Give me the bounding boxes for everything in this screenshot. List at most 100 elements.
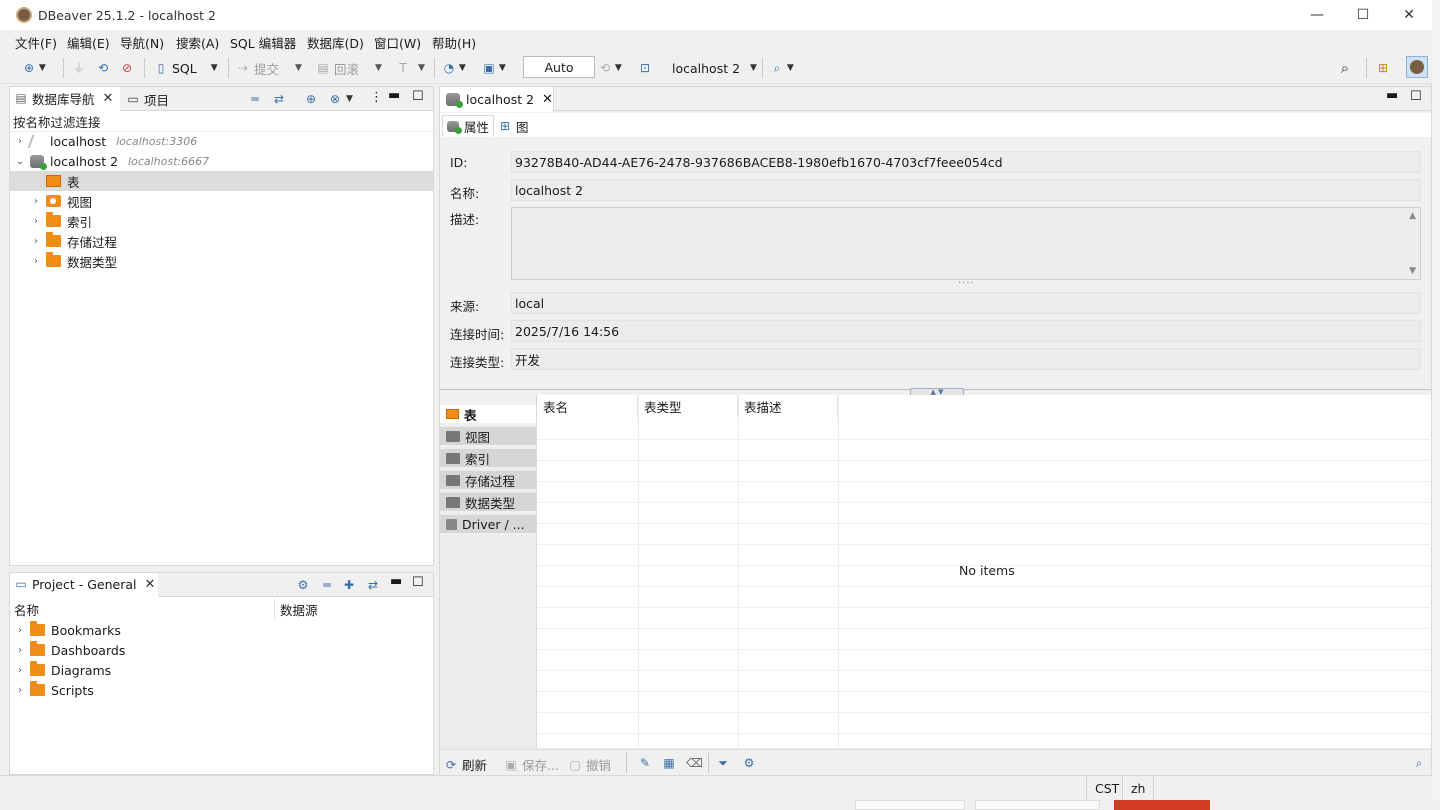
new-connection-icon[interactable]: ⊕ (304, 92, 318, 106)
chevron-right-icon[interactable]: › (14, 645, 26, 656)
maximize-button[interactable]: ☐ (1340, 0, 1386, 30)
filter-icon[interactable]: ⏷ (716, 756, 730, 770)
schema-search-button[interactable]: ⌕ ▼ (770, 58, 794, 78)
global-search-button[interactable]: ⌕ (1338, 58, 1352, 78)
table-icon[interactable]: ▦ (662, 756, 676, 770)
link-editor-icon[interactable]: ⇄ (366, 578, 380, 592)
chevron-right-icon[interactable]: › (14, 136, 26, 147)
gear-icon[interactable]: ⚙ (742, 756, 756, 770)
chevron-right-icon[interactable]: › (14, 625, 26, 636)
editor-tab-localhost-2[interactable]: localhost 2 ✕ (440, 87, 554, 112)
project-item-bookmarks[interactable]: › Bookmarks (10, 620, 433, 640)
transaction-log-button[interactable]: T ▼ (396, 58, 425, 78)
menu-search[interactable]: 搜索(A) (176, 33, 219, 52)
tab-project-general[interactable]: ▭ Project - General ✕ (10, 573, 158, 597)
maximize-view-icon[interactable]: ☐ (412, 575, 424, 590)
project-item-diagrams[interactable]: › Diagrams (10, 660, 433, 680)
new-connection-button[interactable]: ⊕ ▼ (22, 58, 46, 78)
edit-icon[interactable]: ✎ (638, 756, 652, 770)
project-item-scripts[interactable]: › Scripts (10, 680, 433, 700)
side-tab-views[interactable]: 视图 (440, 427, 536, 447)
perspective-button[interactable]: ⊞ (1376, 58, 1390, 78)
maximize-view-icon[interactable]: ☐ (412, 89, 424, 104)
column-header-datasource[interactable]: 数据源 (276, 598, 432, 620)
menu-help[interactable]: 帮助(H) (432, 33, 476, 52)
minimize-button[interactable]: — (1294, 0, 1340, 30)
column-header-table-type[interactable]: 表类型 (638, 395, 738, 417)
scroll-up-icon[interactable]: ▲ (1409, 211, 1416, 221)
close-icon[interactable]: ✕ (542, 92, 553, 107)
resize-handle-icon[interactable]: ···· (958, 278, 975, 289)
minimize-view-icon[interactable]: ▬ (390, 574, 402, 589)
connect-button[interactable]: ⏚ (72, 58, 86, 78)
source-field[interactable]: local (511, 292, 1421, 314)
chevron-down-icon[interactable]: ⌄ (14, 156, 26, 167)
tab-database-navigator[interactable]: ▤ 数据库导航 ✕ (10, 87, 120, 111)
column-header-table-description[interactable]: 表描述 (738, 395, 838, 417)
connection-filter-input[interactable]: 按名称过滤连接 (10, 112, 433, 132)
tab-projects[interactable]: ▭ 项目 (122, 87, 169, 111)
connection-type-field[interactable]: 开发 (511, 348, 1421, 370)
name-field[interactable]: localhost 2 (511, 179, 1421, 201)
lock-button[interactable]: ⊡ (638, 58, 652, 78)
view-menu-icon[interactable]: ⋮ (370, 90, 383, 105)
cancel-button[interactable]: ▢ 撤销 (568, 755, 611, 774)
chevron-down-icon[interactable]: ▼ (346, 94, 353, 104)
commit-button[interactable]: ⇢ 提交 ▼ (236, 58, 302, 78)
menu-file[interactable]: 文件(F) (15, 33, 57, 52)
chevron-right-icon[interactable]: › (30, 256, 42, 267)
tree-connection-localhost[interactable]: › localhost localhost:3306 (10, 131, 433, 151)
subtab-properties[interactable]: 属性 (442, 115, 495, 137)
invalidate-reconnect-button[interactable]: ⟲ (96, 58, 110, 78)
pending-transactions-button[interactable]: ⟲ ▼ (598, 58, 622, 78)
scroll-down-icon[interactable]: ▼ (1409, 266, 1416, 276)
tree-item-data-types[interactable]: › 数据类型 (10, 251, 433, 271)
gear-icon[interactable]: ⚙ (296, 578, 310, 592)
chevron-right-icon[interactable]: › (14, 685, 26, 696)
id-field[interactable]: 93278B40-AD44-AE76-2478-937686BACEB8-198… (511, 151, 1421, 173)
chevron-right-icon[interactable]: › (30, 236, 42, 247)
menu-sql-editor[interactable]: SQL 编辑器 (230, 33, 296, 52)
side-tab-data-types[interactable]: 数据类型 (440, 493, 536, 513)
side-tab-tables[interactable]: 表 (440, 405, 536, 425)
refresh-button[interactable]: ⟳ 刷新 (444, 755, 487, 774)
isolation-button[interactable]: ▣ ▼ (482, 58, 505, 78)
connection-time-field[interactable]: 2025/7/16 14:56 (511, 320, 1421, 342)
transaction-mode-button[interactable]: ◔ ▼ (442, 58, 466, 78)
tree-item-indexes[interactable]: › 索引 (10, 211, 433, 231)
search-icon[interactable]: ⌕ (1412, 756, 1426, 770)
chevron-right-icon[interactable]: › (30, 196, 42, 207)
close-icon[interactable]: ✕ (103, 91, 114, 106)
side-tab-procedures[interactable]: 存储过程 (440, 471, 536, 491)
tree-connection-localhost-2[interactable]: ⌄ localhost 2 localhost:6667 (10, 151, 433, 171)
minimize-view-icon[interactable]: ▬ (1386, 88, 1398, 103)
sql-editor-button[interactable]: ▯ SQL ▼ (154, 58, 218, 78)
tree-item-tables[interactable]: 表 (10, 171, 433, 191)
column-header-name[interactable]: 名称 (10, 598, 275, 620)
link-editor-icon[interactable]: ⇄ (272, 92, 286, 106)
menu-database[interactable]: 数据库(D) (307, 33, 364, 52)
close-icon[interactable]: ✕ (144, 577, 155, 592)
chevron-right-icon[interactable]: › (30, 216, 42, 227)
collapse-all-icon[interactable]: ═ (320, 578, 334, 592)
maximize-view-icon[interactable]: ☐ (1410, 89, 1422, 104)
expand-all-icon[interactable]: ✚ (342, 578, 356, 592)
tree-item-views[interactable]: › 视图 (10, 191, 433, 211)
menu-window[interactable]: 窗口(W) (374, 33, 421, 52)
active-datasource-selector[interactable]: localhost 2 ▼ (672, 58, 757, 78)
disconnect-button[interactable]: ⊘ (120, 58, 134, 78)
rollback-button[interactable]: ▤ 回滚 ▼ (316, 58, 382, 78)
subtab-diagram[interactable]: ⊞ 图 (494, 115, 533, 137)
tree-item-procedures[interactable]: › 存储过程 (10, 231, 433, 251)
side-tab-indexes[interactable]: 索引 (440, 449, 536, 469)
collapse-all-icon[interactable]: ═ (248, 92, 262, 106)
transaction-mode-field[interactable]: Auto (523, 56, 595, 78)
close-button[interactable]: ✕ (1386, 0, 1432, 30)
dbeaver-perspective-button[interactable] (1406, 56, 1428, 78)
column-header-table-name[interactable]: 表名 (537, 395, 638, 417)
chevron-right-icon[interactable]: › (14, 665, 26, 676)
description-textarea[interactable]: ▲ ▼ (511, 207, 1421, 280)
filter-icon[interactable]: ⊗ (328, 92, 342, 106)
menu-navigate[interactable]: 导航(N) (120, 33, 164, 52)
minimize-view-icon[interactable]: ▬ (388, 88, 400, 103)
